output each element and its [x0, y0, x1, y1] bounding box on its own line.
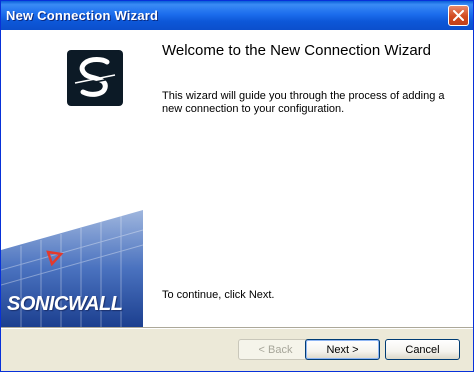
title-bar[interactable]: New Connection Wizard — [1, 1, 473, 30]
main-panel: Welcome to the New Connection Wizard Thi… — [143, 30, 473, 327]
sonicwall-s-logo-icon — [67, 50, 123, 106]
page-title: Welcome to the New Connection Wizard — [162, 42, 432, 59]
wizard-description: This wizard will guide you through the p… — [162, 90, 445, 115]
sonicwall-banner: SONICWALL — [1, 210, 143, 327]
close-icon — [453, 10, 464, 21]
wizard-window: New Connection Wizard SONICWALL Welcome … — [0, 0, 474, 372]
sonicwall-brand-text: SONICWALL — [7, 293, 123, 315]
button-bar: < Back Next > Cancel — [1, 329, 473, 371]
back-button[interactable]: < Back — [238, 339, 313, 360]
close-button[interactable] — [448, 5, 469, 26]
wizard-content: SONICWALL Welcome to the New Connection … — [1, 30, 473, 327]
window-title: New Connection Wizard — [6, 8, 159, 23]
next-button[interactable]: Next > — [305, 339, 380, 360]
continue-instruction: To continue, click Next. — [162, 289, 275, 301]
cancel-button[interactable]: Cancel — [385, 339, 460, 360]
side-panel: SONICWALL — [1, 30, 143, 327]
